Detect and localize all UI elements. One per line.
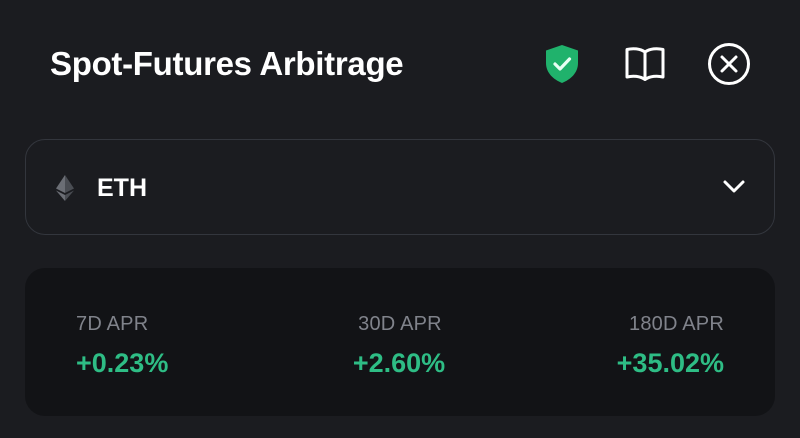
stat-7d: 7D APR +0.23% (76, 312, 168, 379)
chevron-down-icon[interactable] (719, 173, 749, 199)
shield-check-icon[interactable] (538, 40, 586, 88)
panel-header: Spot-Futures Arbitrage (0, 0, 800, 130)
stat-value: +2.60% (352, 348, 446, 378)
close-icon[interactable] (705, 40, 753, 88)
stat-label: 7D APR (76, 313, 149, 335)
stat-180d: 180D APR +35.02% (617, 312, 724, 379)
selected-coin-label: ETH (97, 174, 147, 202)
stat-label: 180D APR (629, 313, 724, 335)
stat-30d: 30D APR +2.60% (340, 312, 460, 379)
stat-value: +0.23% (76, 348, 169, 378)
stat-value: +35.02% (616, 348, 724, 378)
arbitrage-panel: Spot-Futures Arbitrage ETH 7D APR +0.23%… (0, 0, 800, 438)
book-icon[interactable] (621, 40, 669, 88)
stat-label: 30D APR (358, 313, 442, 335)
page-title: Spot-Futures Arbitrage (50, 45, 404, 82)
ethereum-icon (53, 174, 77, 202)
